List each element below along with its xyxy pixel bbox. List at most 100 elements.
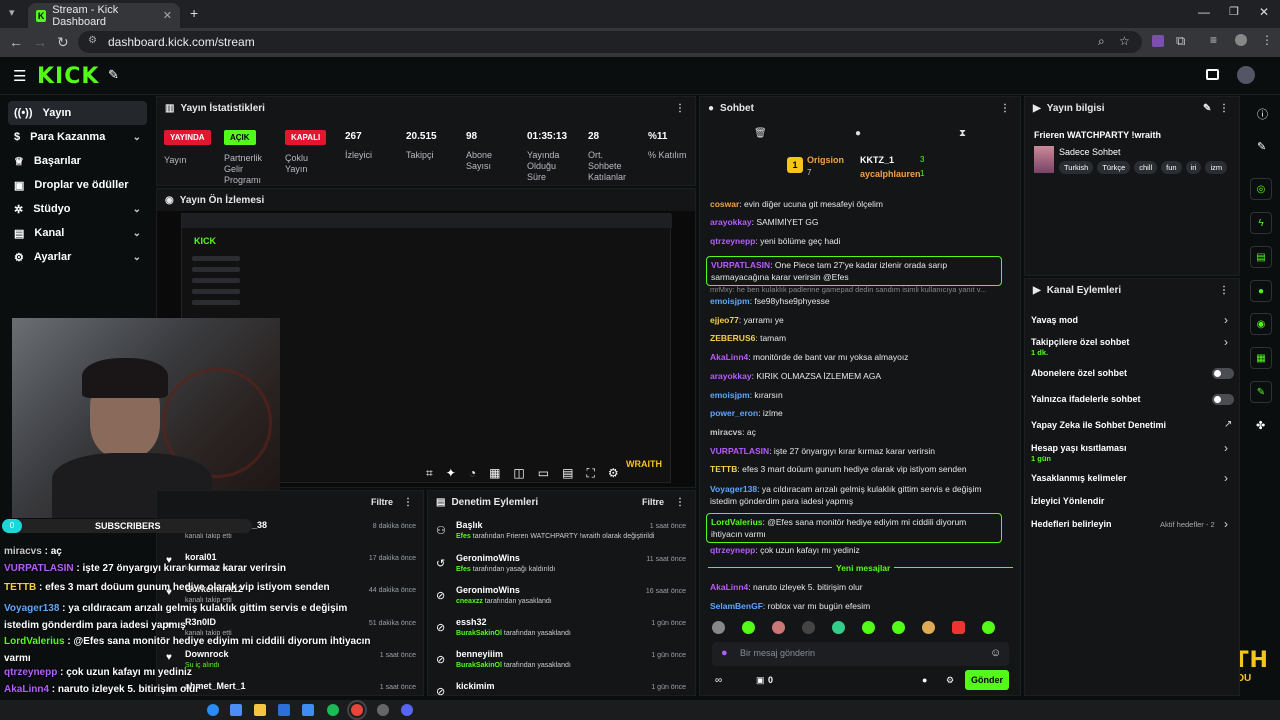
chat-input[interactable]: ● Bir mesaj gönderin ☺ [712,642,1009,666]
chevron-right-icon[interactable]: › [1224,441,1228,455]
loyalty-icon[interactable]: ∞ [715,675,722,686]
toggle-switch[interactable] [1212,368,1234,379]
rail-broadcast-icon[interactable]: ◉ [1250,313,1272,335]
emote-icon[interactable] [742,621,755,634]
sidebar-item-studio[interactable]: ✲ Stüdyo ⌄ [8,197,147,221]
kick-logo[interactable]: KICK [37,64,99,89]
emote-icon[interactable] [862,621,875,634]
close-tab-icon[interactable]: ✕ [163,9,172,22]
extensions-puzzle-icon[interactable]: ⧉ [1176,33,1185,49]
chevron-right-icon[interactable]: › [1224,471,1228,485]
chat-settings-icon[interactable]: ⚙ [946,675,954,686]
sidebar-item-drops[interactable]: ▣ Droplar ve ödüller [8,173,147,197]
new-tab-icon[interactable]: + [190,5,198,21]
maximize-icon[interactable]: ❐ [1229,5,1239,18]
edit-icon[interactable]: ✎ [1203,103,1211,114]
emote-icon[interactable] [952,621,965,634]
info-circle-icon[interactable]: ⓘ [1257,106,1268,122]
spotify-icon[interactable] [327,704,339,716]
chrome-icon[interactable] [347,700,367,720]
channel-action-label[interactable]: Yavaş mod [1031,315,1078,325]
send-button[interactable]: Gönder [965,670,1009,690]
rail-camera-icon[interactable]: ◎ [1250,178,1272,200]
chevron-right-icon[interactable]: › [1224,335,1228,349]
rail-tools-icon[interactable]: ✎ [1250,381,1272,403]
hamburger-menu-icon[interactable]: ☰ [13,67,26,85]
browser-tab[interactable]: K Stream - Kick Dashboard ✕ [28,3,180,28]
emote-icon[interactable] [832,621,845,634]
gift-box-icon[interactable]: ▣ [756,675,765,686]
more-options-icon[interactable]: ⋮ [675,103,685,114]
settings-gear-icon[interactable]: ⚙ [608,466,619,480]
theater-icon[interactable]: ▭ [538,466,549,480]
zoom-icon[interactable]: ⌕ [1098,34,1105,49]
tag-chip[interactable]: Turkish [1059,161,1094,174]
sidebar-item-channel[interactable]: ▤ Kanal ⌄ [8,221,147,245]
more-options-icon[interactable]: ⋮ [403,497,413,508]
rail-lightning-icon[interactable]: ϟ [1250,212,1272,234]
media-control-icon[interactable]: ≡ [1210,33,1217,47]
tag-chip[interactable]: chill [1134,161,1158,174]
rail-layout-icon[interactable]: ▦ [1250,347,1272,369]
minimize-icon[interactable]: — [1198,5,1210,19]
captions-icon[interactable]: ▤ [562,466,573,480]
rail-note-icon[interactable]: ▤ [1250,246,1272,268]
sparkle-icon[interactable]: ✦ [446,466,456,480]
channel-action-label[interactable]: Takipçilere özel sohbet [1031,337,1129,347]
browser-menu-icon[interactable]: ⋮ [1261,33,1273,47]
more-options-icon[interactable]: ⋮ [1219,103,1229,114]
tag-chip[interactable]: Türkçe [1097,161,1131,174]
profile-avatar[interactable] [1235,34,1247,46]
emote-icon[interactable] [892,621,905,634]
outlook-icon[interactable] [278,704,290,716]
chat-options-icon[interactable]: ● [922,675,927,685]
close-window-icon[interactable]: ✕ [1259,5,1269,19]
microphone-icon[interactable]: ● [721,647,728,659]
sidebar-item-achievements[interactable]: ♕ Başarılar [8,149,147,173]
tag-chip[interactable]: iri [1185,161,1202,174]
channel-action-label[interactable]: İzleyici Yönlendir [1031,496,1104,506]
external-link-icon[interactable]: ↗ [1224,419,1232,430]
channel-action-label[interactable]: Hesap yaşı kısıtlaması [1031,443,1127,453]
more-options-icon[interactable]: ⋮ [675,497,685,508]
chevron-right-icon[interactable]: › [1224,313,1228,327]
emote-icon[interactable] [922,621,935,634]
back-icon[interactable]: ← [9,34,23,50]
channel-action-label[interactable]: Yalnızca ifadelerle sohbet [1031,394,1141,404]
extension-icon[interactable] [1152,35,1164,47]
app-icon[interactable] [302,704,314,716]
emote-icon[interactable] [982,621,995,634]
emoji-icon[interactable]: ☺ [990,647,1001,659]
obs-icon[interactable] [377,704,389,716]
more-options-icon[interactable]: ⋮ [1000,103,1010,114]
trash-icon[interactable]: 🗑 [754,128,767,139]
sidebar-item-monetization[interactable]: $ Para Kazanma ⌄ [8,125,147,149]
url-field[interactable]: ⚙ dashboard.kick.com/stream ⌕ ☆ [78,31,1142,53]
tab-search-icon[interactable]: ▾ [9,6,15,19]
channel-action-label[interactable]: Yapay Zeka ile Sohbet Denetimi [1031,420,1166,430]
creator-studio-icon[interactable] [1206,69,1219,80]
sidebar-item-stream[interactable]: ((•)) Yayın [8,101,147,125]
filter-button[interactable]: Filtre [642,497,664,507]
chevron-right-icon[interactable]: › [1224,517,1228,531]
add-widget-icon[interactable]: ✤ [1256,419,1265,432]
channel-action-label[interactable]: Yasaklanmış kelimeler [1031,473,1127,483]
pencil-icon[interactable]: ✎ [1257,140,1266,153]
edge-icon[interactable] [207,704,219,716]
file-explorer-icon[interactable] [254,704,266,716]
emote-icon[interactable] [712,621,725,634]
stats-icon[interactable]: ▦ [489,466,500,480]
channel-action-label[interactable]: Abonelere özel sohbet [1031,368,1127,378]
fullscreen-icon[interactable]: ⛶ [586,466,594,480]
discord-icon[interactable] [401,704,413,716]
reload-icon[interactable]: ↻ [57,34,69,51]
wrench-icon[interactable]: ✎ [108,67,119,83]
rail-chat-icon[interactable]: ● [1250,280,1272,302]
tag-chip[interactable]: fun [1161,161,1182,174]
emote-icon[interactable] [802,621,815,634]
filter-button[interactable]: Filtre [371,497,393,507]
photos-icon[interactable] [230,704,242,716]
forward-icon[interactable]: → [33,34,47,50]
sidebar-item-settings[interactable]: ⚙ Ayarlar ⌄ [8,245,147,269]
site-info-icon[interactable]: ⚙ [88,35,97,46]
